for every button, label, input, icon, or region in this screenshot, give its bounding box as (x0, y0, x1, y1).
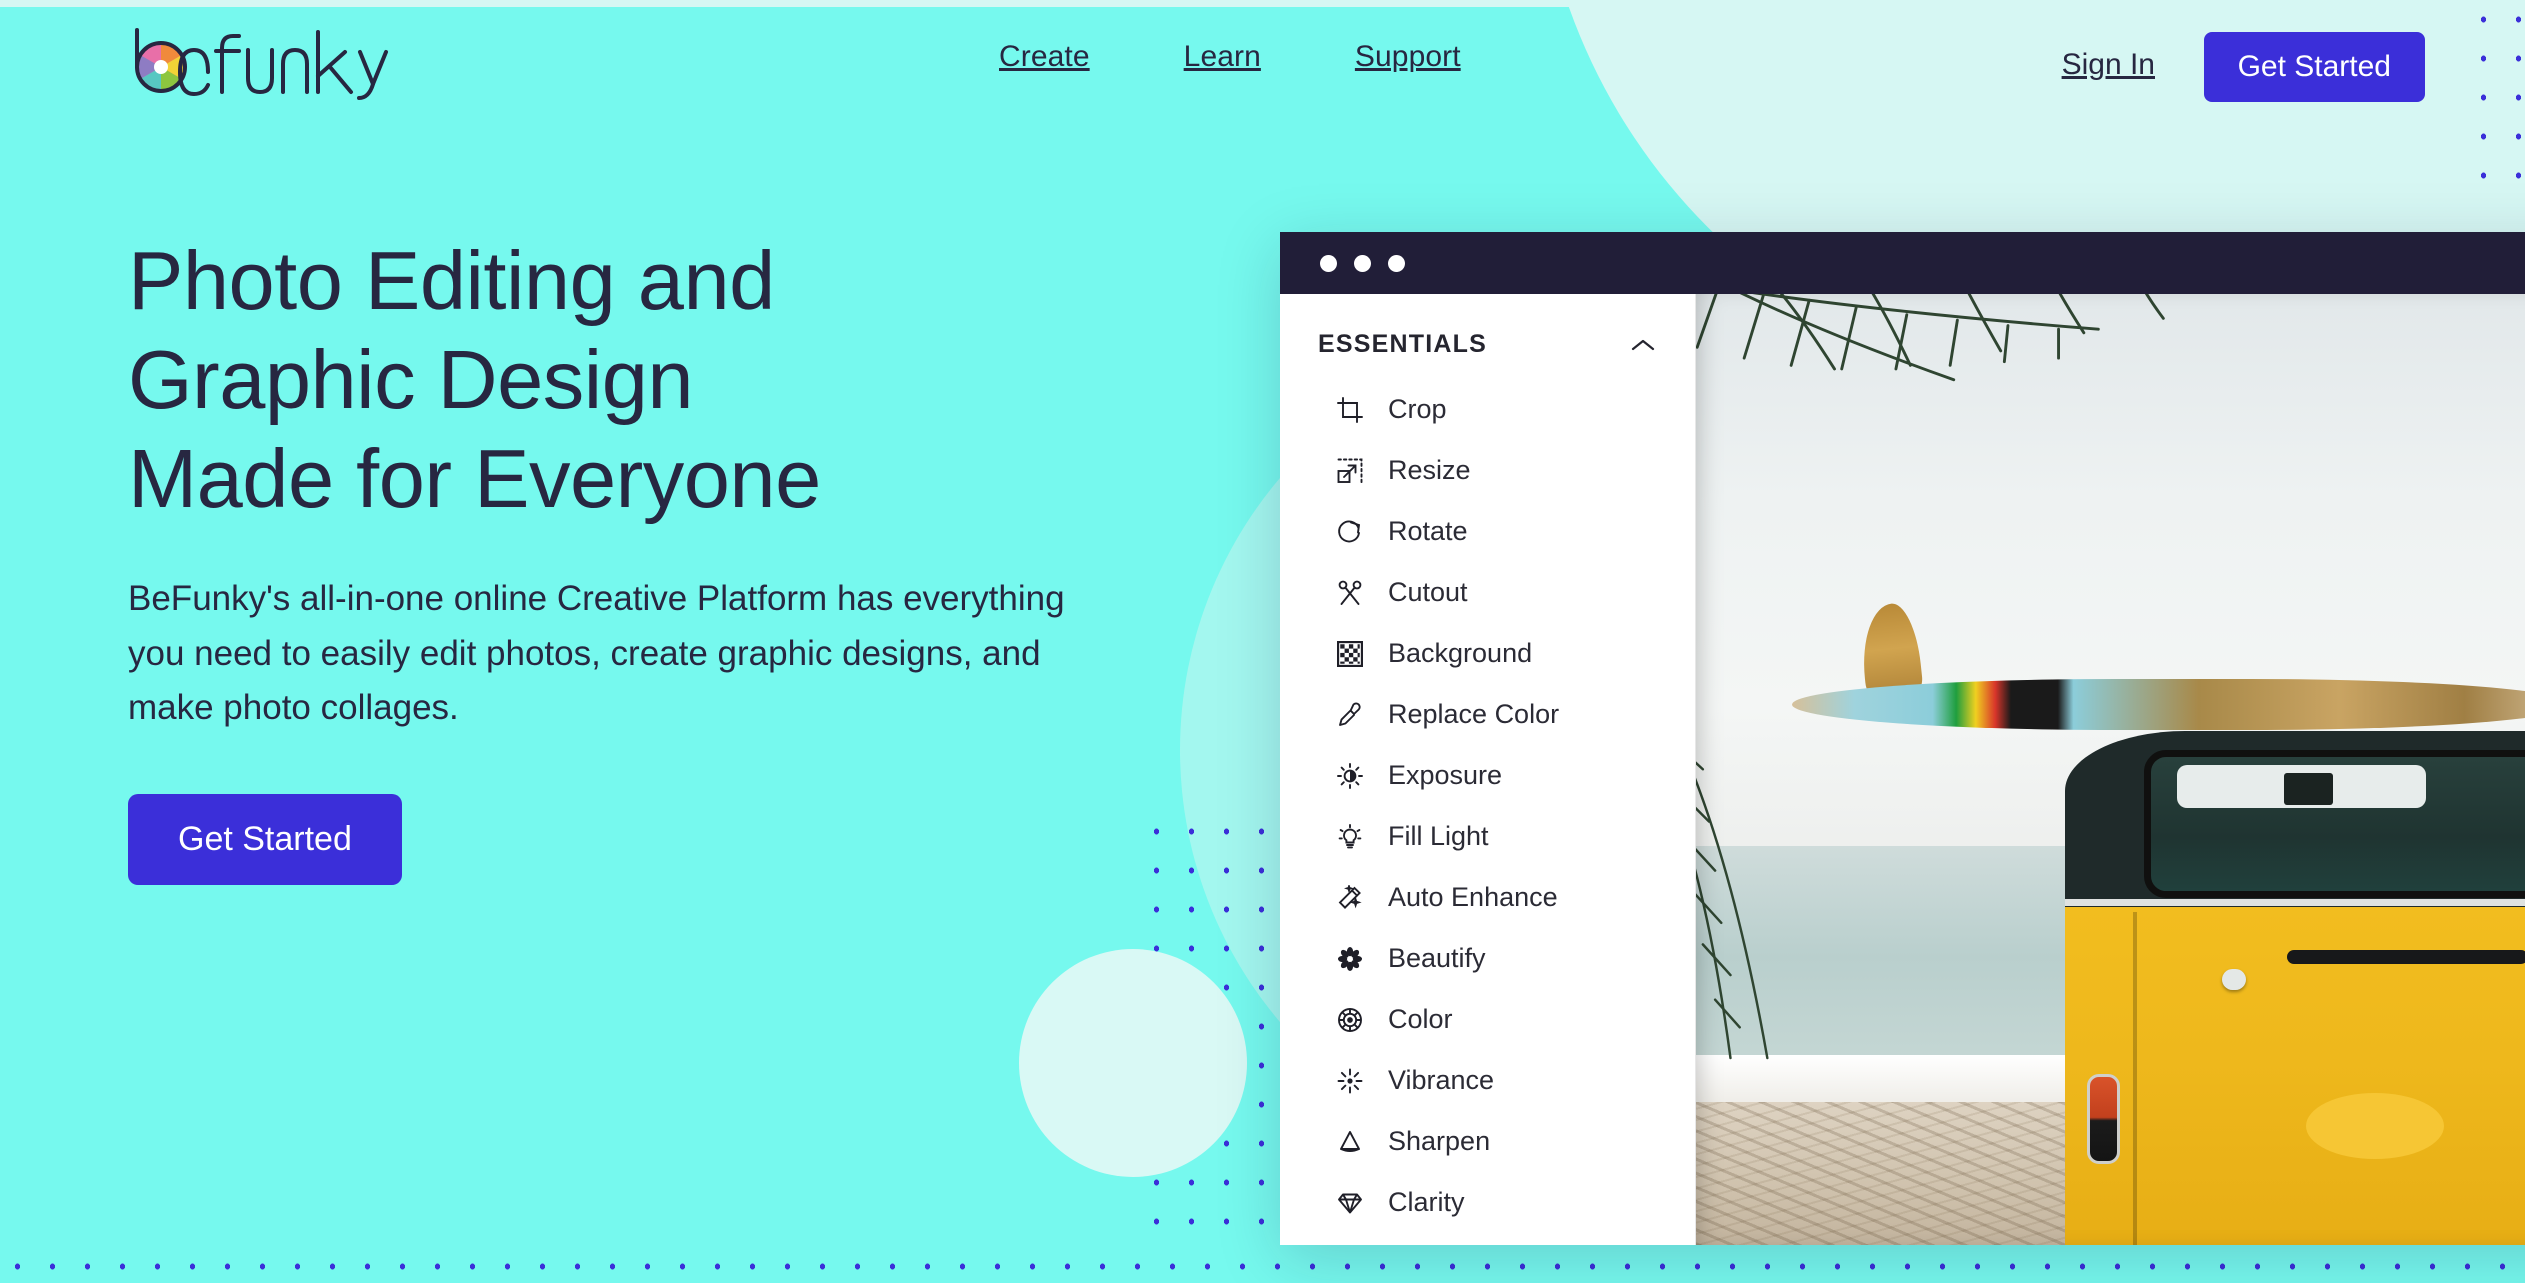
hero-headline-line-1: Photo Editing and (128, 234, 775, 327)
window-dot-close[interactable] (1320, 254, 1337, 272)
brightness-icon (1335, 761, 1365, 791)
tool-item-auto-enhance[interactable]: Auto Enhance (1280, 867, 1695, 928)
tool-label: Clarity (1388, 1187, 1465, 1217)
tool-label: Cutout (1388, 577, 1468, 607)
tool-item-sharpen[interactable]: Sharpen (1280, 1111, 1695, 1172)
hero-subtitle: BeFunky's all-in-one online Creative Pla… (128, 579, 1065, 728)
tool-item-cutout[interactable]: Cutout (1280, 562, 1695, 623)
decorative-circle (1019, 949, 1247, 1177)
tool-label: Crop (1388, 394, 1447, 424)
essentials-tool-list: Crop Resize Rotate Cutout Background Rep… (1280, 379, 1695, 1233)
tool-item-resize[interactable]: Resize (1280, 440, 1695, 501)
tool-item-fill-light[interactable]: Fill Light (1280, 806, 1695, 867)
scissors-icon (1335, 578, 1365, 608)
nav-item-learn[interactable]: Learn (1137, 40, 1308, 74)
window-dot-maximize[interactable] (1388, 254, 1405, 272)
tool-item-rotate[interactable]: Rotate (1280, 501, 1695, 562)
checkerboard-icon (1335, 639, 1365, 669)
editor-window-mockup: ESSENTIALS Crop Resize Rotate Cutout Bac… (1280, 232, 2525, 1245)
tool-label: Rotate (1388, 516, 1468, 546)
cone-icon (1335, 1127, 1365, 1157)
hero-headline-line-2: Graphic Design (128, 332, 694, 426)
tool-item-beautify[interactable]: Beautify (1280, 928, 1695, 989)
van-door-seam (2133, 912, 2138, 1245)
canvas-photo (1695, 294, 2525, 1245)
eyedropper-icon (1335, 700, 1365, 730)
tool-item-background[interactable]: Background (1280, 623, 1695, 684)
tool-label: Vibrance (1388, 1065, 1495, 1095)
essentials-panel-title: ESSENTIALS (1318, 330, 1487, 358)
tool-item-vibrance[interactable]: Vibrance (1280, 1050, 1695, 1111)
flower-icon (1335, 944, 1365, 974)
van-side-trim (2287, 950, 2525, 965)
tool-label: Resize (1388, 455, 1471, 485)
rotate-icon (1335, 517, 1365, 547)
lightbulb-icon (1335, 822, 1365, 852)
diamond-icon (1335, 1188, 1365, 1218)
editor-titlebar (1280, 232, 2525, 294)
main-navigation: Create Learn Support (952, 40, 1508, 74)
get-started-header-button[interactable]: Get Started (2203, 32, 2425, 102)
brand-logo[interactable] (120, 20, 410, 100)
hero-headline-line-3: Made for Everyone (128, 431, 821, 525)
tool-item-exposure[interactable]: Exposure (1280, 745, 1695, 806)
tool-label: Background (1388, 638, 1533, 668)
editor-body: ESSENTIALS Crop Resize Rotate Cutout Bac… (1280, 294, 2525, 1245)
aperture-icon (135, 28, 388, 100)
van-body-bulge (2305, 1092, 2445, 1160)
hero-section: Photo Editing and Graphic Design Made fo… (128, 232, 1148, 886)
tool-label: Beautify (1388, 943, 1486, 973)
color-wheel-icon (1335, 1005, 1365, 1035)
tool-item-replace-color[interactable]: Replace Color (1280, 684, 1695, 745)
decorative-dot-grid-bottom (0, 1247, 2525, 1283)
palm-frond-top-icon (1695, 294, 2166, 382)
tool-label: Auto Enhance (1388, 882, 1558, 912)
hero-headline: Photo Editing and Graphic Design Made fo… (128, 232, 1148, 528)
get-started-hero-button[interactable]: Get Started (128, 794, 402, 886)
sunburst-icon (1335, 1066, 1365, 1096)
photo-sand (1695, 1102, 2084, 1245)
van-tail-light (2087, 1073, 2121, 1165)
tool-item-clarity[interactable]: Clarity (1280, 1172, 1695, 1233)
editor-sidebar: ESSENTIALS Crop Resize Rotate Cutout Bac… (1280, 294, 1695, 1245)
editor-canvas[interactable] (1695, 294, 2525, 1245)
nav-item-support[interactable]: Support (1308, 40, 1508, 74)
van-window (2143, 750, 2525, 898)
tool-item-color[interactable]: Color (1280, 989, 1695, 1050)
site-header: Create Learn Support Sign In Get Started (0, 0, 2525, 120)
nav-item-create[interactable]: Create (952, 40, 1137, 74)
chevron-up-icon[interactable] (1631, 338, 1655, 352)
essentials-panel-header[interactable]: ESSENTIALS (1280, 316, 1695, 369)
tool-label: Sharpen (1388, 1126, 1491, 1156)
palm-frond-left-icon (1695, 760, 1769, 1060)
van-chrome-trim (2065, 898, 2525, 906)
tool-label: Replace Color (1388, 699, 1560, 729)
van-door-handle (2222, 969, 2247, 991)
crop-icon (1335, 395, 1365, 425)
sign-in-link[interactable]: Sign In (2062, 48, 2155, 82)
page-root: Create Learn Support Sign In Get Started… (0, 0, 2525, 1283)
window-dot-minimize[interactable] (1354, 254, 1371, 272)
resize-icon (1335, 456, 1365, 486)
tool-label: Color (1388, 1004, 1453, 1034)
canvas-left-edge (1695, 294, 1696, 1245)
tool-item-crop[interactable]: Crop (1280, 379, 1695, 440)
magic-wand-icon (1335, 883, 1365, 913)
tool-label: Fill Light (1388, 821, 1489, 851)
surfboard (1792, 679, 2525, 731)
tool-label: Exposure (1388, 760, 1503, 790)
